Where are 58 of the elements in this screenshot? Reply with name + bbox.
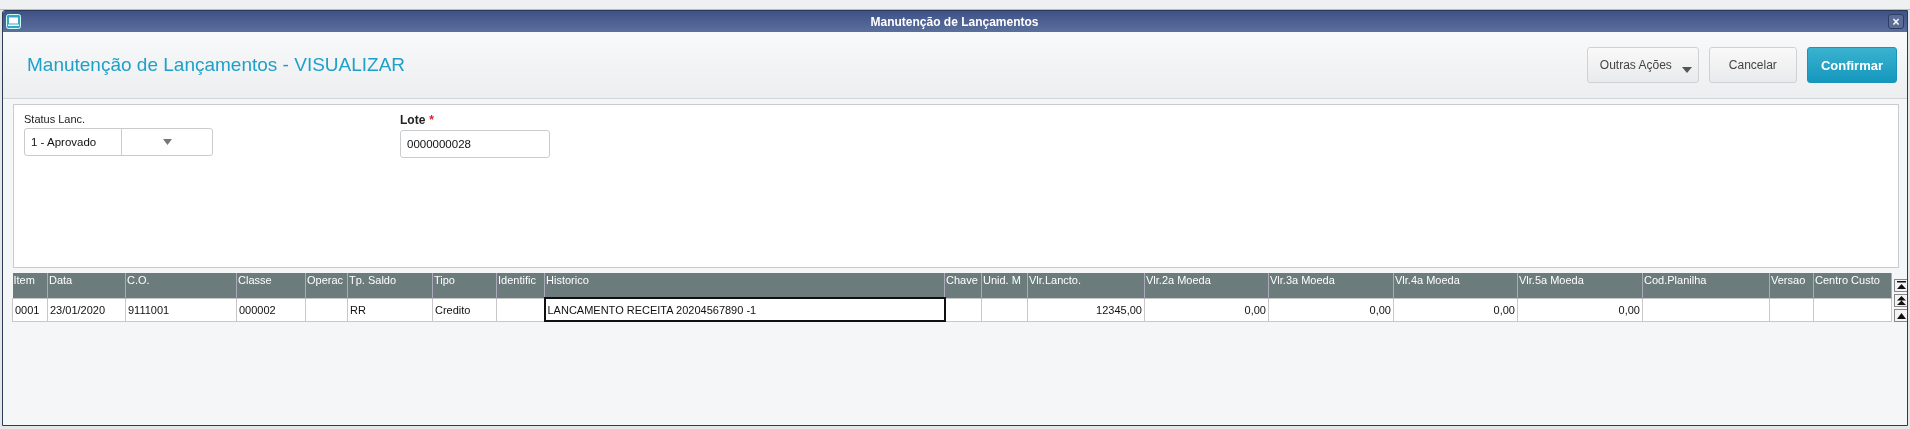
column-header[interactable]: Vlr.2a Moeda (1144, 273, 1269, 298)
column-header[interactable]: Item (12, 273, 48, 298)
table-cell[interactable]: 0,00 (1268, 298, 1394, 321)
caret-icon (1681, 67, 1692, 73)
table-cell[interactable]: RR (347, 298, 433, 321)
column-header[interactable]: Identific (496, 273, 545, 298)
up-arrow-icon (1897, 312, 1906, 319)
required-mark: * (429, 113, 434, 127)
column-header[interactable]: Classe (236, 273, 306, 298)
table-cell[interactable]: 0,00 (1144, 298, 1269, 321)
column-header[interactable]: Vlr.5a Moeda (1517, 273, 1643, 298)
column-header[interactable]: Historico (544, 273, 945, 298)
scroll-top-button[interactable] (1894, 279, 1907, 292)
page-title: Manutenção de Lançamentos - VISUALIZAR (27, 54, 407, 76)
column-header[interactable]: Unid. M (981, 273, 1028, 298)
window-icon (6, 14, 21, 29)
close-button[interactable]: × (1888, 14, 1904, 29)
table-cell[interactable]: 23/01/2020 (47, 298, 126, 321)
table-cell[interactable]: 0001 (12, 298, 48, 321)
column-header[interactable]: Operac (305, 273, 348, 298)
column-header[interactable]: Vlr.Lancto. (1027, 273, 1145, 298)
cancel-button[interactable]: Cancelar (1708, 47, 1797, 83)
column-header[interactable]: Vlr.3a Moeda (1268, 273, 1394, 298)
column-header[interactable]: Cod.Planilha (1642, 273, 1770, 298)
table-cell[interactable] (1642, 298, 1770, 321)
column-header[interactable]: Versao (1769, 273, 1814, 298)
dropdown-arrow-icon (162, 139, 172, 145)
table-cell[interactable] (981, 298, 1028, 321)
table-cell[interactable] (305, 298, 348, 321)
column-header[interactable]: Data (47, 273, 126, 298)
input-field[interactable]: 0000000028 (400, 130, 550, 158)
table-cell[interactable]: 12345,00 (1027, 298, 1145, 321)
column-header[interactable]: Centro Custo (1813, 273, 1892, 298)
field-label: Status Lanc. (24, 113, 86, 125)
page-up-button[interactable] (1894, 294, 1907, 307)
table-cell[interactable] (944, 298, 982, 321)
table-cell[interactable]: 000002 (236, 298, 306, 321)
status-dropdown[interactable]: 1 - Aprovado (24, 128, 213, 156)
confirm-button[interactable]: Confirmar (1806, 47, 1897, 83)
more-actions-button[interactable]: Outras Ações (1586, 47, 1699, 83)
table-cell[interactable]: LANCAMENTO RECEITA 20204567890 -1 (544, 298, 945, 321)
column-header[interactable]: Chave (944, 273, 982, 298)
scroll-top-icon (1897, 281, 1906, 290)
table-cell[interactable]: Credito (432, 298, 497, 321)
column-header[interactable]: C.O. (125, 273, 237, 298)
table-cell[interactable]: 9111001 (125, 298, 237, 321)
field-label: Lote (400, 113, 426, 127)
table-cell[interactable]: 0,00 (1393, 298, 1518, 321)
column-header[interactable]: Vlr.4a Moeda (1393, 273, 1518, 298)
table-cell[interactable]: 0,00 (1517, 298, 1643, 321)
column-header[interactable]: Tp. Saldo (347, 273, 433, 298)
table-cell[interactable] (1769, 298, 1814, 321)
window-title: Manutenção de Lançamentos (869, 14, 1040, 29)
table-cell[interactable] (496, 298, 545, 321)
double-up-arrow-icon (1897, 296, 1906, 305)
table-cell[interactable] (1813, 298, 1892, 321)
column-header[interactable]: Tipo (432, 273, 497, 298)
scroll-up-button[interactable] (1894, 309, 1907, 322)
